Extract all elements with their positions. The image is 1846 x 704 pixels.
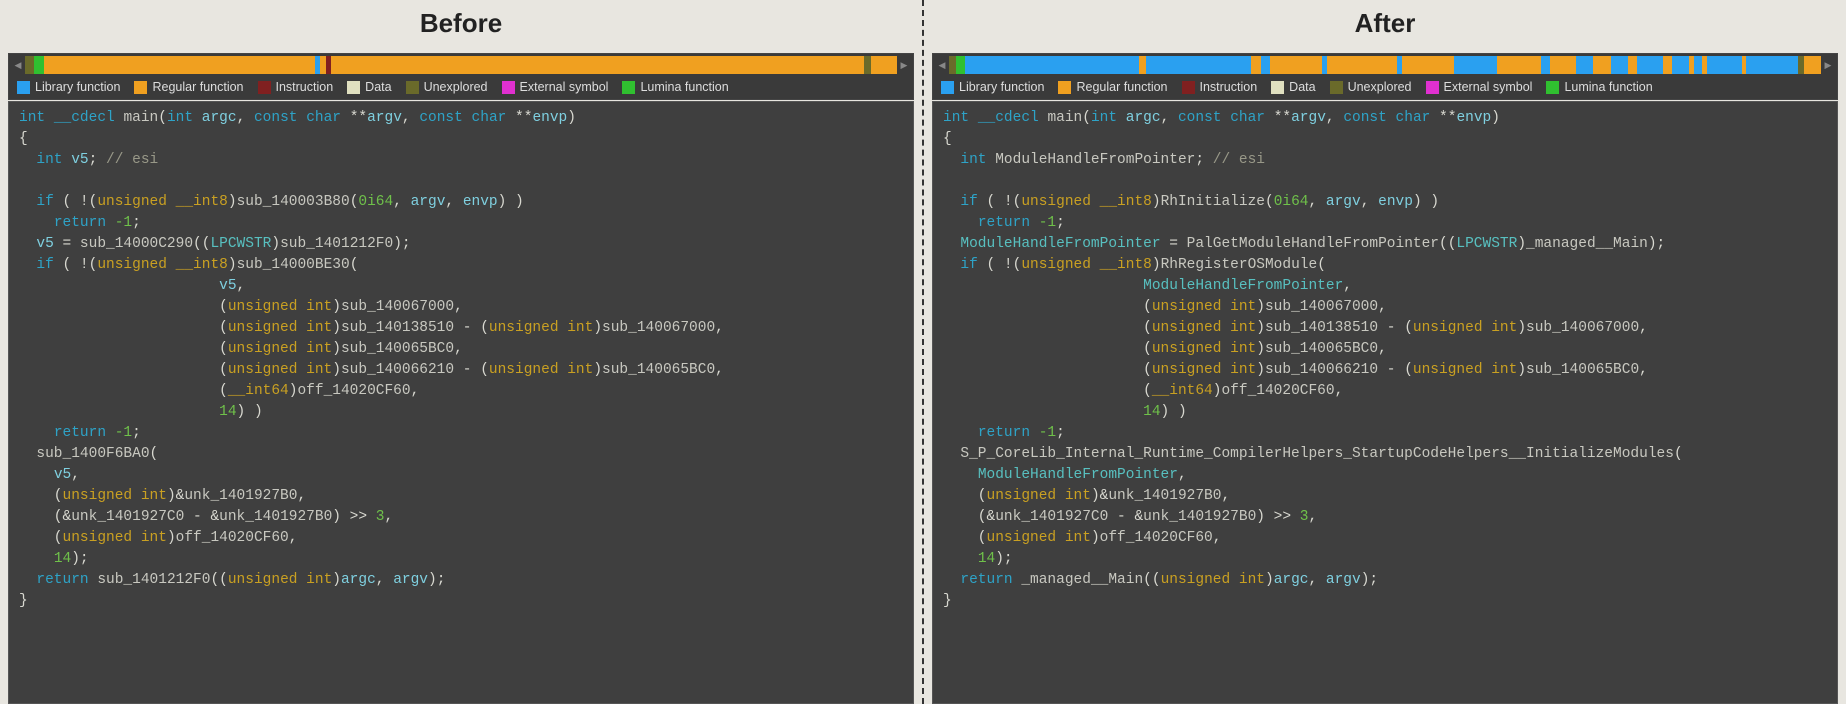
legend-library: Library function	[17, 80, 120, 94]
before-navigation-bar[interactable]: ◀ ▶	[9, 54, 913, 76]
legend-data: Data	[347, 80, 391, 94]
after-navbar-wrap: ◀ ▶ Library function Regular function In…	[932, 53, 1838, 100]
after-navigation-bar[interactable]: ◀ ▶	[933, 54, 1837, 76]
after-title: After	[932, 0, 1838, 53]
legend-external: External symbol	[502, 80, 609, 94]
before-nav-segments[interactable]	[25, 56, 897, 74]
before-legend: Library function Regular function Instru…	[9, 76, 913, 99]
nav-right-arrow-icon[interactable]: ▶	[1823, 56, 1833, 74]
before-panel: Before ◀ ▶ Library function Regular func…	[0, 0, 922, 704]
after-nav-segments[interactable]	[949, 56, 1821, 74]
nav-left-arrow-icon[interactable]: ◀	[13, 56, 23, 74]
legend-data: Data	[1271, 80, 1315, 94]
before-title: Before	[8, 0, 914, 53]
legend-instruction: Instruction	[258, 80, 334, 94]
legend-library: Library function	[941, 80, 1044, 94]
before-decompiler-view[interactable]: int __cdecl main(int argc, const char **…	[8, 101, 914, 704]
nav-left-arrow-icon[interactable]: ◀	[937, 56, 947, 74]
after-decompiler-view[interactable]: int __cdecl main(int argc, const char **…	[932, 101, 1838, 704]
legend-lumina: Lumina function	[622, 80, 728, 94]
nav-right-arrow-icon[interactable]: ▶	[899, 56, 909, 74]
legend-lumina: Lumina function	[1546, 80, 1652, 94]
legend-external: External symbol	[1426, 80, 1533, 94]
legend-unexplored: Unexplored	[406, 80, 488, 94]
before-navbar-wrap: ◀ ▶ Library function Regular function In…	[8, 53, 914, 100]
after-panel: After ◀ ▶ Library function Regular funct…	[924, 0, 1846, 704]
after-legend: Library function Regular function Instru…	[933, 76, 1837, 99]
comparison-container: Before ◀ ▶ Library function Regular func…	[0, 0, 1846, 704]
legend-regular: Regular function	[1058, 80, 1167, 94]
legend-regular: Regular function	[134, 80, 243, 94]
legend-unexplored: Unexplored	[1330, 80, 1412, 94]
legend-instruction: Instruction	[1182, 80, 1258, 94]
